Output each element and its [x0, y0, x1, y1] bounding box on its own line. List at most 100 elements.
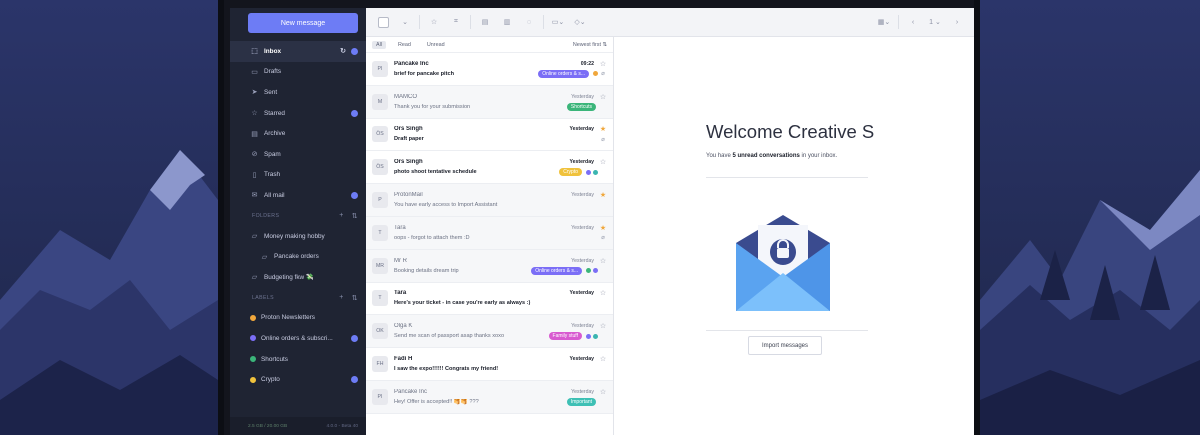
sidebar-item-spam[interactable]: ⊘ Spam — [230, 144, 366, 165]
label-dot — [593, 268, 598, 274]
star-icon[interactable]: ☆ — [599, 355, 607, 363]
label-item-crypto[interactable]: Crypto — [230, 369, 366, 390]
sidebar-item-starred[interactable]: ☆ Starred — [230, 103, 366, 124]
filter-read[interactable]: Read — [394, 41, 415, 49]
message-time: Yesterday — [571, 192, 594, 199]
message-row[interactable]: P ProtonMail Yesterday ★ You have early … — [366, 184, 613, 217]
message-bottom-line: Draft paper ⌀ — [394, 134, 607, 144]
star-icon[interactable]: ☆ — [599, 388, 607, 396]
sidebar-item-trash[interactable]: ▯ Trash — [230, 165, 366, 186]
message-row[interactable]: FH Fadi H Yesterday ☆ I saw the expo!!!!… — [366, 348, 613, 381]
message-top-line: Mr R Yesterday ☆ — [394, 256, 607, 266]
label-as-icon[interactable]: ◇⌄ — [569, 13, 591, 31]
message-summary: Örs Singh Yesterday ☆ photo shoot tentat… — [394, 157, 607, 177]
message-subject: photo shoot tentative schedule — [394, 169, 477, 176]
message-summary: Olga K Yesterday ☆ Send me scan of passp… — [394, 321, 607, 341]
toolbar: ⌄ ☆ ⌗ ▤ ▥ ◌ ▭⌄ ◇⌄ ▦⌄ ‹ 1 ⌄ › — [366, 8, 974, 37]
message-top-line: MAMCO Yesterday ☆ — [394, 92, 607, 102]
label-item-online-orders[interactable]: Online orders & subscri... — [230, 328, 366, 349]
message-row[interactable]: OK Olga K Yesterday ☆ Send me scan of pa… — [366, 315, 613, 349]
star-icon[interactable]: ★ — [599, 224, 607, 232]
message-time: Yesterday — [571, 224, 594, 231]
sidebar-item-drafts[interactable]: ▭ Drafts — [230, 62, 366, 83]
star-icon[interactable]: ☆ — [599, 93, 607, 101]
message-summary: Fadi H Yesterday ☆ I saw the expo!!!!!! … — [394, 354, 607, 374]
trash-icon[interactable]: ▥ — [496, 13, 518, 31]
message-row[interactable]: ÖS Örs Singh Yesterday ☆ photo shoot ten… — [366, 151, 613, 185]
page-number[interactable]: 1 ⌄ — [924, 13, 946, 31]
unread-badge — [351, 47, 358, 55]
sender-name: Pancake Inc — [394, 388, 428, 395]
sort-dropdown[interactable]: Newest first ⇅ — [573, 42, 607, 48]
folder-item-pancake-orders[interactable]: ▱ Pancake orders — [230, 246, 366, 267]
folder-item-label: Budgeting fkw 💸 — [264, 274, 314, 282]
sidebar-item-all-mail[interactable]: ✉ All mail — [230, 185, 366, 206]
message-row[interactable]: MR Mr R Yesterday ☆ Booking details drea… — [366, 249, 613, 283]
message-summary: Örs Singh Yesterday ★ Draft paper ⌀ — [394, 124, 607, 144]
message-top-line: Tara Yesterday ☆ — [394, 288, 607, 298]
avatar: PI — [372, 60, 388, 77]
avatar: ÖS — [372, 126, 388, 143]
mark-unread-icon[interactable]: ⌗ — [445, 13, 467, 31]
star-icon[interactable]: ★ — [599, 125, 607, 133]
unread-badge — [351, 109, 358, 117]
message-row[interactable]: T Tara Yesterday ★ oops - forgot to atta… — [366, 216, 613, 250]
message-subject: I saw the expo!!!!!! Congrats my friend! — [394, 366, 499, 373]
unread-badge — [351, 191, 358, 199]
filter-unread[interactable]: Unread — [423, 41, 449, 49]
select-dropdown-icon[interactable]: ⌄ — [394, 13, 416, 31]
add-folder-icon[interactable]: + — [339, 212, 344, 219]
unread-summary-prefix: You have — [706, 153, 733, 159]
labels-header-label: LABELS — [252, 294, 275, 301]
new-message-button[interactable]: New message — [248, 13, 358, 33]
star-icon[interactable]: ★ — [599, 191, 607, 199]
sender-name: Pancake Inc — [394, 60, 429, 67]
labels-header: LABELS + ⇅ — [230, 288, 366, 308]
mark-read-icon[interactable]: ☆ — [423, 13, 445, 31]
message-time: Yesterday — [569, 290, 594, 297]
star-icon[interactable]: ☆ — [599, 60, 607, 68]
import-messages-button[interactable]: Import messages — [748, 336, 822, 355]
message-row[interactable]: PI Pancake Inc Yesterday ☆ Hey! Offer is… — [366, 380, 613, 414]
message-row[interactable]: T Tara Yesterday ☆ Here's your ticket - … — [366, 283, 613, 316]
spam-icon[interactable]: ◌ — [518, 13, 540, 31]
sidebar-item-label: Sent — [264, 88, 278, 96]
label-item-proton-newsletters[interactable]: Proton Newsletters — [230, 308, 366, 329]
move-to-folder-icon[interactable]: ▭⌄ — [547, 13, 569, 31]
sidebar-item-inbox[interactable]: ⬚ Inbox ↻ — [230, 41, 366, 62]
avatar: FH — [372, 356, 388, 373]
add-label-icon[interactable]: + — [339, 294, 344, 301]
message-row[interactable]: PI Pancake Inc 09:22 ☆ brief for pancake… — [366, 53, 613, 86]
label-dot — [586, 268, 591, 274]
sidebar-item-sent[interactable]: ➤ Sent — [230, 82, 366, 103]
archive-icon[interactable]: ▤ — [474, 13, 496, 31]
label-item-shortcuts[interactable]: Shortcuts — [230, 349, 366, 370]
label-tag: Crypto — [559, 168, 582, 177]
refresh-icon[interactable]: ↻ — [340, 47, 346, 55]
app-window: New message ⬚ Inbox ↻ ▭ Drafts ➤ Sent ☆ … — [230, 8, 974, 435]
star-icon[interactable]: ☆ — [599, 257, 607, 265]
folder-item-money-making-hobby[interactable]: ▱ Money making hobby — [230, 226, 366, 247]
star-icon[interactable]: ☆ — [599, 289, 607, 297]
next-page-icon[interactable]: › — [946, 13, 968, 31]
folders-header-label: FOLDERS — [252, 212, 280, 219]
folder-item-budgeting[interactable]: ▱ Budgeting fkw 💸 — [230, 267, 366, 288]
select-all-checkbox[interactable] — [372, 13, 394, 31]
sort-icon: ⇅ — [602, 41, 607, 48]
toolbar-divider — [543, 15, 544, 29]
avatar: T — [372, 290, 388, 307]
sort-label: Newest first — [572, 41, 601, 48]
star-icon[interactable]: ☆ — [599, 158, 607, 166]
message-bottom-line: Thank you for your submission Shortcuts — [394, 102, 607, 112]
message-bottom-line: You have early access to Import Assistan… — [394, 200, 607, 210]
label-settings-icon[interactable]: ⇅ — [352, 294, 358, 302]
filter-all[interactable]: All — [372, 40, 386, 49]
message-row[interactable]: M MAMCO Yesterday ☆ Thank you for your s… — [366, 85, 613, 119]
folder-settings-icon[interactable]: ⇅ — [352, 212, 358, 220]
previous-page-icon[interactable]: ‹ — [902, 13, 924, 31]
sidebar-item-archive[interactable]: ▤ Archive — [230, 123, 366, 144]
message-row[interactable]: ÖS Örs Singh Yesterday ★ Draft paper ⌀ — [366, 119, 613, 152]
attachment-icon: ⌀ — [601, 71, 605, 78]
layout-toggle-icon[interactable]: ▦⌄ — [873, 13, 895, 31]
star-icon[interactable]: ☆ — [599, 322, 607, 330]
